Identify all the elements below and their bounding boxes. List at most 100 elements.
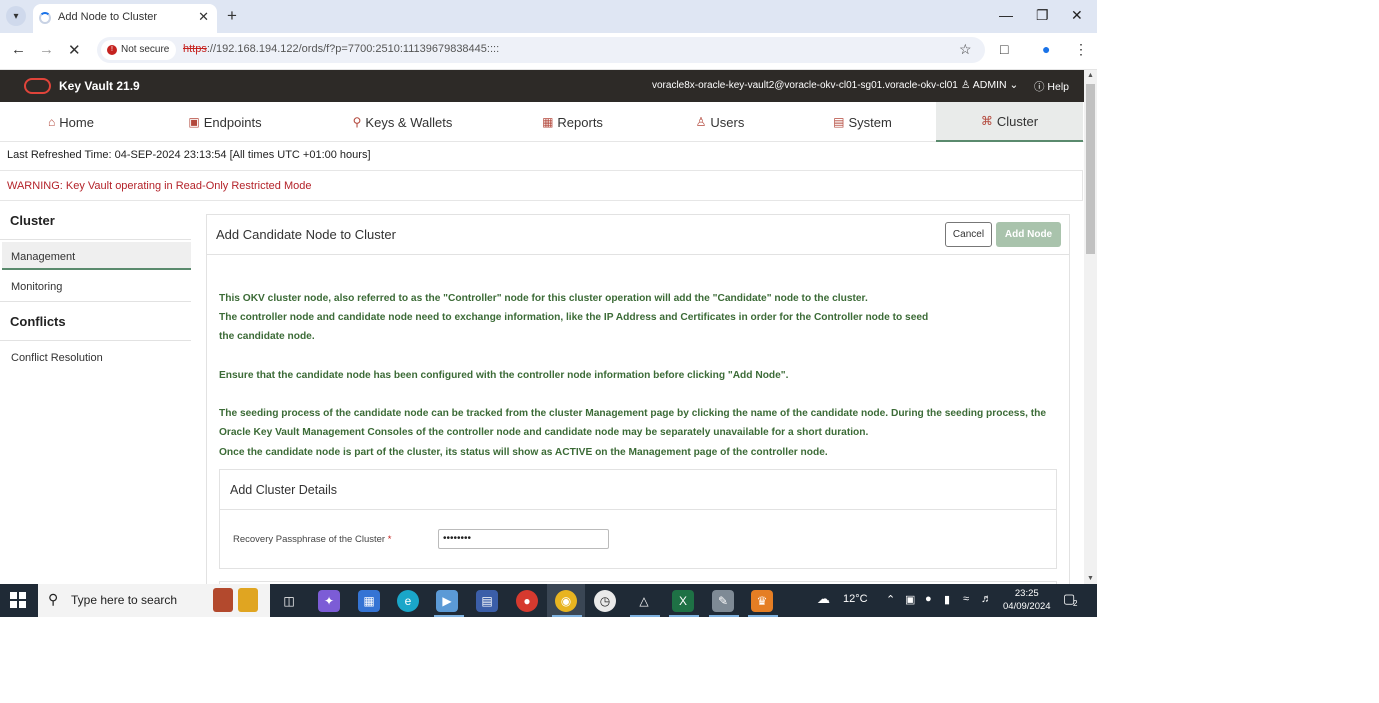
warning-icon: ! [107, 45, 117, 55]
search-highlight-icon [213, 588, 233, 612]
passphrase-label-text: Recovery Passphrase of the Cluster [233, 534, 386, 545]
extensions-icon[interactable]: □ [1000, 41, 1008, 57]
user-icon: ♙ [695, 115, 707, 129]
nav-home[interactable]: ⌂ Home [0, 102, 142, 142]
browser-tab-strip: ▾ Add Node to Cluster ✕ + — ❐ ✕ [0, 0, 1097, 33]
profile-icon[interactable]: ● [1042, 41, 1050, 57]
admin-menu[interactable]: ♙ ADMIN ⌄ [961, 79, 1018, 91]
passphrase-label: Recovery Passphrase of the Cluster * [233, 534, 391, 545]
app-icon[interactable]: ♛ [751, 590, 773, 612]
divider [0, 301, 191, 302]
app-icon[interactable]: ● [516, 590, 538, 612]
required-mark: * [387, 534, 392, 545]
security-chip[interactable]: ! Not secure [101, 40, 177, 60]
clock-date: 04/09/2024 [1003, 601, 1051, 612]
close-window-icon[interactable]: ✕ [1071, 7, 1083, 24]
divider [207, 254, 1069, 255]
chevron-down-icon: ⌄ [1009, 79, 1019, 91]
oracle-logo-icon [24, 78, 51, 94]
virtualbox-icon[interactable]: △ [633, 590, 655, 612]
divider [0, 239, 191, 240]
nav-endpoints[interactable]: ▣ Endpoints [155, 102, 295, 142]
info-message: Ensure that the candidate node has been … [219, 370, 789, 381]
browser-tab[interactable]: Add Node to Cluster ✕ [33, 4, 217, 33]
weather-cloud-icon[interactable]: ☁ [817, 591, 830, 607]
scroll-up-icon[interactable]: ▲ [1087, 72, 1094, 79]
nav-label: Home [59, 114, 94, 130]
task-view-icon[interactable]: ◫ [278, 590, 300, 612]
network-app-icon[interactable]: ▤ [476, 590, 498, 612]
sidebar-item-monitoring[interactable]: Monitoring [2, 272, 191, 300]
nav-users[interactable]: ♙ Users [655, 102, 785, 142]
notification-count: 2 [1073, 599, 1078, 608]
running-indicator [434, 615, 464, 617]
wifi-icon[interactable]: ≈ [963, 593, 969, 605]
monitor-icon: ▣ [188, 115, 200, 129]
security-label: Not secure [121, 44, 170, 55]
app-icon[interactable]: ▶ [436, 590, 458, 612]
new-tab-icon[interactable]: + [227, 6, 237, 26]
battery-icon[interactable]: ▮ [944, 593, 950, 606]
taskbar-clock[interactable]: 23:25 04/09/2024 [1003, 587, 1051, 613]
stop-loading-icon[interactable]: ✕ [68, 41, 81, 59]
meet-icon[interactable]: ▣ [905, 593, 915, 606]
app-header: Key Vault 21.9 voracle8x-oracle-key-vaul… [0, 70, 1084, 102]
copilot-icon[interactable]: ✦ [318, 590, 340, 612]
minimize-icon[interactable]: — [999, 7, 1013, 23]
add-node-button[interactable]: Add Node [996, 222, 1061, 247]
loading-spinner-icon [39, 12, 51, 24]
close-tab-icon[interactable]: ✕ [198, 9, 209, 25]
system-icon: ▤ [833, 115, 845, 129]
nav-label: Keys & Wallets [365, 114, 453, 130]
sidebar-heading-cluster: Cluster [10, 213, 55, 228]
chevron-up-icon[interactable]: ⌃ [886, 593, 895, 606]
page-scrollbar[interactable]: ▲ ▼ [1084, 70, 1097, 584]
tab-title: Add Node to Cluster [58, 11, 158, 23]
restore-icon[interactable]: ❐ [1036, 7, 1049, 24]
info-message: the candidate node. [219, 331, 315, 342]
url-path: ://192.168.194.122/ords/f?p=7700:2510:11… [206, 43, 500, 55]
forward-icon[interactable]: → [39, 41, 54, 58]
windows-start-icon[interactable] [10, 592, 26, 608]
nav-keys-wallets[interactable]: ⚲ Keys & Wallets [330, 102, 475, 142]
url-text[interactable]: https://192.168.194.122/ords/f?p=7700:25… [183, 43, 499, 55]
taskbar-search[interactable]: ⚲ Type here to search [38, 584, 270, 617]
recovery-passphrase-input[interactable]: •••••••• [438, 529, 609, 549]
help-label: Help [1047, 81, 1070, 93]
volume-icon[interactable]: ♬ [981, 593, 992, 605]
paint-icon[interactable]: ✎ [712, 590, 734, 612]
edge-icon[interactable]: e [397, 590, 419, 612]
excel-icon[interactable]: X [672, 590, 694, 612]
user-host: voracle8x-oracle-key-vault2@voracle-okv-… [652, 80, 958, 91]
sidebar-item-conflict-resolution[interactable]: Conflict Resolution [2, 343, 191, 371]
microphone-icon[interactable]: ● [925, 593, 932, 605]
warning-banner: WARNING: Key Vault operating in Read-Onl… [0, 170, 1083, 201]
scroll-down-icon[interactable]: ▼ [1087, 575, 1094, 582]
nav-label: System [848, 114, 892, 130]
nav-system[interactable]: ▤ System [795, 102, 930, 142]
running-indicator [709, 615, 739, 617]
chrome-icon[interactable]: ◉ [555, 590, 577, 612]
back-icon[interactable]: ← [11, 41, 26, 58]
clock-app-icon[interactable]: ◷ [594, 590, 616, 612]
sidebar-item-management[interactable]: Management [2, 242, 191, 270]
user-icon: ♙ [961, 79, 971, 91]
cancel-button[interactable]: Cancel [945, 222, 992, 247]
clock-time: 23:25 [1014, 588, 1039, 599]
address-bar[interactable]: ! Not secure https://192.168.194.122/ord… [97, 37, 985, 63]
help-link[interactable]: ⓘ Help [1034, 79, 1069, 94]
nav-reports[interactable]: ▦ Reports [505, 102, 640, 142]
scroll-thumb[interactable] [1086, 84, 1095, 254]
search-placeholder: Type here to search [71, 593, 178, 607]
menu-kebab-icon[interactable]: ⋮ [1074, 41, 1088, 58]
search-highlight-icon [238, 588, 258, 612]
nav-cluster[interactable]: ⌘ Cluster [936, 102, 1083, 142]
panel-title: Add Candidate Node to Cluster [216, 227, 396, 242]
weather-temp[interactable]: 12°C [843, 593, 868, 605]
bookmark-star-icon[interactable]: ☆ [959, 41, 972, 58]
sidebar-heading-conflicts: Conflicts [10, 314, 66, 329]
running-indicator [552, 615, 582, 617]
store-icon[interactable]: ▦ [358, 590, 380, 612]
tab-search-icon[interactable]: ▾ [6, 6, 26, 26]
last-refreshed-text: Last Refreshed Time: 04-SEP-2024 23:13:5… [7, 149, 371, 161]
